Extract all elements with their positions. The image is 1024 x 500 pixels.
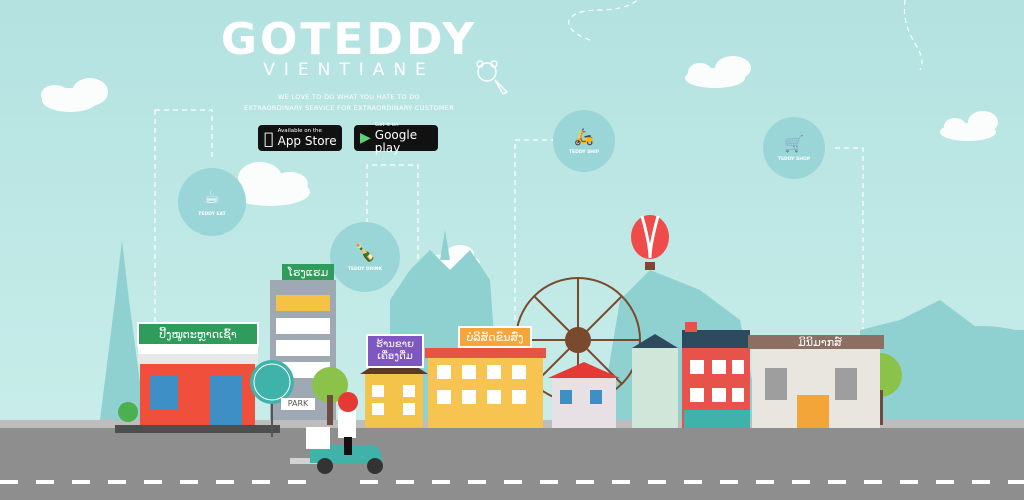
shopping-basket-icon: 🛒 (784, 134, 804, 153)
park-sign: PARK (281, 398, 315, 410)
teddy-rocket-illustration (476, 60, 509, 95)
pharmacy-sign: ບໍລິສັດຂົນສົ່ງ (458, 326, 532, 348)
play-icon: ▶ (360, 130, 371, 146)
bottle-icon: 🍾 (353, 242, 377, 263)
minimart-sign: ມິນິມາກສ໌ (798, 335, 842, 349)
tagline-line-2: EXTRAORDINARY SERVICE FOR EXTRAORDINARY … (243, 104, 455, 112)
app-store-button[interactable]:  Available on the App Store (258, 125, 342, 151)
google-play-label: Google play (374, 127, 418, 155)
shop-building (632, 322, 750, 428)
apple-icon:  (264, 129, 274, 148)
service-teddy-ship[interactable]: 🛵 TEDDY SHIP (553, 110, 615, 172)
hotel-sign: ໂຮງແຮມ (282, 264, 334, 280)
tagline-line-1: WE LOVE TO DO WHAT YOU HATE TO DO (278, 93, 420, 101)
service-teddy-drink[interactable]: 🍾 TEDDY DRINK (330, 222, 400, 292)
pharmacy-building (425, 348, 546, 428)
service-label: TEDDY EAT (198, 212, 226, 217)
bar-sign: ຮ້ານຂາຍ ເຄື່ອງດື່ມ (366, 334, 424, 368)
google-play-button[interactable]: ▶ Get it on Google play (354, 122, 438, 154)
service-label: TEDDY SHOP (777, 157, 811, 162)
landing-scene: GOTEDDY VIENTIANE WE LOVE TO DO WHAT YOU… (0, 0, 1024, 500)
app-store-label: App Store (268, 134, 337, 148)
scooter-icon: 🛵 (574, 127, 594, 146)
road-markings (0, 480, 1024, 484)
hot-air-balloon (631, 215, 669, 270)
service-teddy-shop[interactable]: 🛒 TEDDY SHOP (763, 117, 825, 179)
service-label: TEDDY DRINK (347, 267, 383, 272)
brand-city: VIENTIANE (263, 60, 435, 80)
service-teddy-eat[interactable]: ☕ TEDDY EAT (178, 168, 246, 236)
fork-knife-icon: ☕ (203, 187, 221, 208)
clouds (41, 56, 998, 270)
city-illustration (0, 0, 1024, 500)
brand-logo: GOTEDDY (220, 14, 478, 65)
service-label: TEDDY SHIP (568, 150, 600, 155)
restaurant-sign: ປີ້ງໝູຕະຫຼາດເຊົ້າ (137, 322, 259, 346)
